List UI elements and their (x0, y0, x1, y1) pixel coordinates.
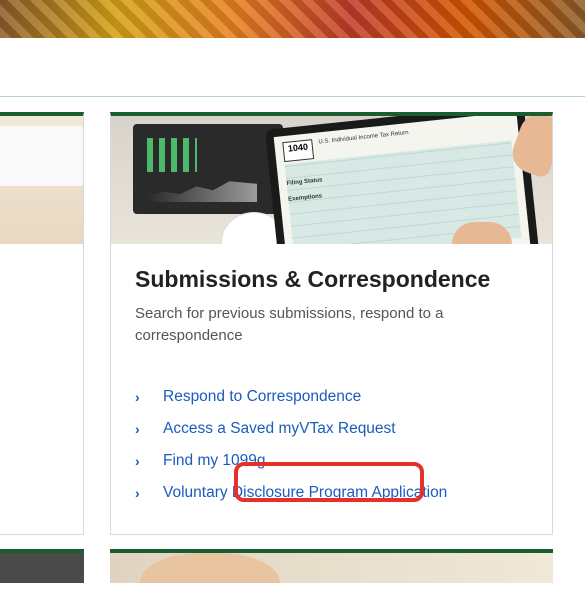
chevron-right-icon: › (135, 485, 149, 501)
link-list: › Respond to Correspondence › Access a S… (135, 381, 528, 509)
left-card-image: N (0, 116, 83, 244)
section-divider (0, 96, 585, 97)
bottom-cards-row (0, 549, 585, 583)
bottom-right-card-partial (110, 549, 553, 583)
chevron-right-icon: › (135, 389, 149, 405)
link-label: Find my 1099g (163, 452, 266, 470)
link-label: Access a Saved myVTax Request (163, 420, 396, 438)
submissions-card-image: 1040 U.S. Individual Income Tax Return F… (111, 116, 552, 244)
link-find-1099g[interactable]: › Find my 1099g (135, 445, 528, 477)
banner-image (0, 0, 585, 38)
chevron-right-icon: › (135, 421, 149, 437)
link-access-saved-request[interactable]: › Access a Saved myVTax Request (135, 413, 528, 445)
submissions-card: 1040 U.S. Individual Income Tax Return F… (110, 112, 553, 535)
chevron-right-icon: › (135, 453, 149, 469)
card-description: Search for previous submissions, respond… (135, 303, 528, 347)
link-label: Voluntary Disclosure Program Application (163, 484, 447, 502)
left-card-partial: N (0, 112, 84, 535)
bottom-left-card-partial (0, 549, 84, 583)
link-label: Respond to Correspondence (163, 388, 361, 406)
card-title: Submissions & Correspondence (135, 266, 528, 293)
link-respond-correspondence[interactable]: › Respond to Correspondence (135, 381, 528, 413)
form-number: 1040 (282, 139, 314, 162)
cards-row: N 1040 U.S. Individual Income Tax Return… (0, 112, 585, 535)
link-voluntary-disclosure[interactable]: › Voluntary Disclosure Program Applicati… (135, 477, 528, 509)
